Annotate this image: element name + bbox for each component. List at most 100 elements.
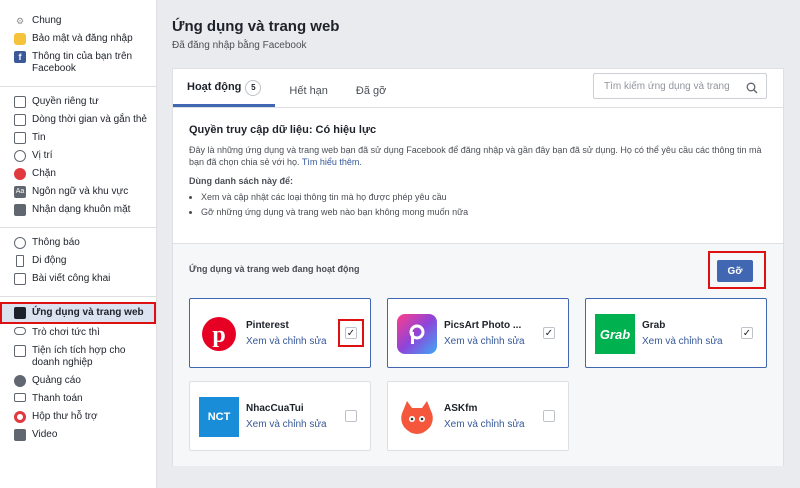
view-edit-link[interactable]: Xem và chỉnh sửa bbox=[246, 336, 327, 347]
face-icon bbox=[14, 204, 26, 216]
search-icon[interactable] bbox=[746, 81, 758, 94]
sidebar-item-language[interactable]: Aa Ngôn ngữ và khu vực bbox=[0, 183, 156, 201]
learn-more-link[interactable]: Tìm hiểu thêm. bbox=[302, 157, 362, 167]
app-name: PicsArt Photo ... bbox=[444, 320, 522, 331]
sidebar-item-label: Dòng thời gian và gắn thẻ bbox=[32, 114, 147, 125]
search-input[interactable] bbox=[602, 79, 746, 93]
sidebar-item-security[interactable]: Bảo mật và đăng nhập bbox=[0, 30, 156, 48]
page-subtitle: Đã đăng nhập bằng Facebook bbox=[172, 40, 307, 51]
info-description-text: Đây là những ứng dụng và trang web bạn đ… bbox=[189, 145, 762, 167]
badge-icon bbox=[14, 33, 26, 45]
search-box[interactable] bbox=[593, 73, 767, 99]
sidebar-item-label: Chặn bbox=[32, 168, 56, 179]
sidebar-item-label: Tin bbox=[32, 132, 46, 143]
remove-button[interactable]: Gỡ bbox=[717, 260, 753, 282]
timeline-icon bbox=[14, 114, 26, 126]
sidebar-item-public-posts[interactable]: Bài viết công khai bbox=[0, 270, 156, 288]
app-checkbox[interactable]: ✓ bbox=[741, 327, 753, 339]
sidebar-item-label: Thông tin của bạn trên Facebook bbox=[32, 51, 133, 74]
sidebar-item-business-integrations[interactable]: Tiện ích tích hợp cho doanh nghiệp bbox=[0, 342, 156, 372]
active-apps-label: Ứng dụng và trang web đang hoạt động bbox=[189, 264, 360, 274]
app-checkbox[interactable] bbox=[543, 410, 555, 422]
gear-icon: ⚙ bbox=[15, 16, 25, 26]
sidebar-item-timeline[interactable]: Dòng thời gian và gắn thẻ bbox=[0, 111, 156, 129]
sidebar-item-label: Bài viết công khai bbox=[32, 273, 111, 284]
app-checkbox[interactable]: ✓ bbox=[543, 327, 555, 339]
info-description: Đây là những ứng dụng và trang web bạn đ… bbox=[189, 144, 767, 168]
sidebar-item-ads[interactable]: Quảng cáo bbox=[0, 372, 156, 390]
business-icon bbox=[14, 345, 26, 357]
rss-icon bbox=[14, 273, 26, 285]
sidebar-item-mobile[interactable]: Di động bbox=[0, 252, 156, 270]
facebook-icon: f bbox=[14, 51, 26, 63]
card-icon bbox=[14, 393, 26, 402]
info-bullets: Xem và cập nhật các loại thông tin mà họ… bbox=[189, 190, 767, 220]
sidebar-item-label: Chung bbox=[32, 15, 62, 26]
tab-expired[interactable]: Hết hạn bbox=[275, 85, 342, 107]
sidebar-item-label: Ngôn ngữ và khu vực bbox=[32, 186, 129, 197]
info-bullet: Gỡ những ứng dụng và trang web nào bạn k… bbox=[201, 205, 767, 220]
view-edit-link[interactable]: Xem và chỉnh sửa bbox=[444, 336, 525, 347]
sidebar-item-video[interactable]: Video bbox=[0, 426, 156, 444]
sidebar-item-payments[interactable]: Thanh toán bbox=[0, 390, 156, 408]
ads-icon bbox=[14, 375, 26, 387]
info-heading: Quyền truy cập dữ liệu: Có hiệu lực bbox=[189, 124, 377, 136]
sidebar-item-label: Tiện ích tích hợp cho doanh nghiệp bbox=[32, 345, 126, 368]
app-card-pinterest[interactable]: p Pinterest Xem và chỉnh sửa ✓ bbox=[189, 298, 371, 368]
tab-active[interactable]: Hoạt động 5 bbox=[173, 80, 276, 107]
sidebar-item-general[interactable]: ⚙ Chung bbox=[0, 12, 156, 30]
app-card-nhaccuatui[interactable]: NCT NhacCuaTui Xem và chỉnh sửa bbox=[189, 381, 371, 451]
sidebar-item-apps-websites[interactable]: Ứng dụng và trang web bbox=[0, 302, 156, 324]
mobile-icon bbox=[14, 255, 26, 267]
picsart-logo-icon bbox=[397, 314, 437, 354]
sidebar-item-label: Bảo mật và đăng nhập bbox=[32, 33, 133, 44]
location-icon bbox=[14, 150, 26, 162]
svg-text:p: p bbox=[212, 322, 225, 348]
askfm-logo-icon bbox=[397, 397, 437, 437]
app-checkbox[interactable]: ✓ bbox=[345, 327, 357, 339]
view-edit-link[interactable]: Xem và chỉnh sửa bbox=[642, 336, 723, 347]
tab-removed[interactable]: Đã gỡ bbox=[342, 85, 400, 107]
sidebar-item-label: Thông báo bbox=[32, 237, 80, 248]
info-bullet: Xem và cập nhật các loại thông tin mà họ… bbox=[201, 190, 767, 205]
apps-icon bbox=[14, 307, 26, 319]
lock-icon bbox=[14, 96, 26, 108]
sidebar-item-label: Di động bbox=[32, 255, 67, 266]
sidebar-item-location[interactable]: Vị trí bbox=[0, 147, 156, 165]
view-edit-link[interactable]: Xem và chỉnh sửa bbox=[246, 419, 327, 430]
sidebar-item-label: Nhận dạng khuôn mặt bbox=[32, 204, 131, 215]
main-content: Ứng dụng và trang web Đã đăng nhập bằng … bbox=[172, 0, 784, 466]
sidebar-item-stories[interactable]: Tin bbox=[0, 129, 156, 147]
sidebar-item-instant-games[interactable]: Trò chơi tức thì bbox=[0, 324, 156, 342]
sidebar-item-label: Vị trí bbox=[32, 150, 53, 161]
block-icon bbox=[14, 168, 26, 180]
sidebar-item-support-inbox[interactable]: Hộp thư hỗ trợ bbox=[0, 408, 156, 426]
sidebar-item-label: Ứng dụng và trang web bbox=[32, 307, 144, 318]
film-icon bbox=[14, 429, 26, 441]
use-list-label: Dùng danh sách này để: bbox=[189, 176, 294, 186]
tab-label: Hoạt động bbox=[187, 81, 242, 93]
apps-panel: Hoạt động5 Hết hạn Đã gỡ Quyền truy cập … bbox=[172, 68, 784, 466]
sidebar-item-label: Quảng cáo bbox=[32, 375, 81, 386]
app-card-askfm[interactable]: ASKfm Xem và chỉnh sửa bbox=[387, 381, 569, 451]
lifebuoy-icon bbox=[14, 411, 26, 423]
view-edit-link[interactable]: Xem và chỉnh sửa bbox=[444, 419, 525, 430]
sidebar-item-label: Quyền riêng tư bbox=[32, 96, 99, 107]
sidebar-item-label: Video bbox=[32, 429, 58, 440]
app-checkbox[interactable] bbox=[345, 410, 357, 422]
tab-bar: Hoạt động 5 Hết hạn Đã gỡ bbox=[173, 69, 783, 108]
app-card-picsart[interactable]: PicsArt Photo ... Xem và chỉnh sửa ✓ bbox=[387, 298, 569, 368]
settings-sidebar: ⚙ Chung Bảo mật và đăng nhập f Thông tin… bbox=[0, 0, 157, 488]
sidebar-item-label: Thanh toán bbox=[32, 393, 83, 404]
book-icon bbox=[14, 132, 26, 144]
sidebar-item-notifications[interactable]: Thông báo bbox=[0, 234, 156, 252]
sidebar-item-blocking[interactable]: Chặn bbox=[0, 165, 156, 183]
sidebar-item-your-info[interactable]: f Thông tin của bạn trên Facebook bbox=[0, 48, 156, 78]
active-apps-section: Ứng dụng và trang web đang hoạt động Gỡ … bbox=[173, 243, 783, 466]
sidebar-item-privacy[interactable]: Quyền riêng tư bbox=[0, 93, 156, 111]
app-card-grab[interactable]: Grab Grab Xem và chỉnh sửa ✓ bbox=[585, 298, 767, 368]
app-name: Pinterest bbox=[246, 320, 289, 331]
app-name: NhacCuaTui bbox=[246, 403, 304, 414]
sidebar-item-label: Hộp thư hỗ trợ bbox=[32, 411, 98, 422]
sidebar-item-face-recognition[interactable]: Nhận dạng khuôn mặt bbox=[0, 201, 156, 219]
